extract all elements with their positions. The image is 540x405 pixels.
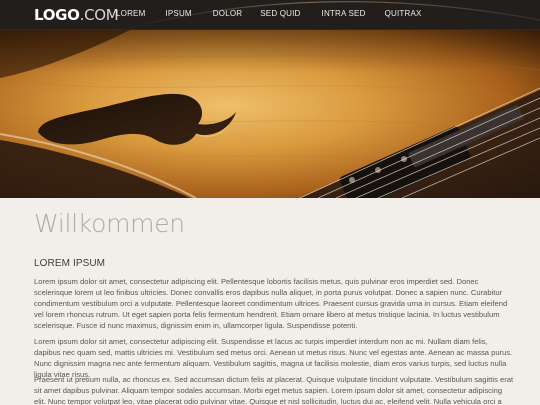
logo-text-bold: LOGO: [34, 6, 80, 24]
site-logo[interactable]: LOGO.COM: [34, 6, 119, 24]
logo-text-light: .COM: [79, 6, 119, 24]
nav-item-intra-sed[interactable]: INTRA SED: [322, 9, 366, 18]
top-navbar: LOGO.COM LOREM IPSUM DOLOR SED QUID INTR…: [0, 0, 540, 30]
nav-item-quitrax[interactable]: QUITRAX: [385, 9, 422, 18]
page: LOGO.COM LOREM IPSUM DOLOR SED QUID INTR…: [0, 0, 540, 405]
hero-banner-guitar-image: [0, 30, 540, 198]
main-navigation: LOREM IPSUM DOLOR SED QUID INTRA SED QUI…: [116, 9, 422, 18]
guitar-illustration: [0, 30, 540, 198]
nav-item-sed-quid[interactable]: SED QUID: [260, 9, 300, 18]
nav-item-lorem[interactable]: LOREM: [116, 9, 145, 18]
paragraph-3: Praesent ut pretium nulla, ac rhoncus ex…: [34, 375, 514, 405]
paragraph-1: Lorem ipsum dolor sit amet, consectetur …: [34, 277, 508, 330]
section-title: LOREM IPSUM: [34, 258, 106, 269]
nav-item-dolor[interactable]: DOLOR: [213, 9, 242, 18]
page-title: Willkommen: [34, 209, 185, 238]
nav-item-ipsum[interactable]: IPSUM: [165, 9, 191, 18]
